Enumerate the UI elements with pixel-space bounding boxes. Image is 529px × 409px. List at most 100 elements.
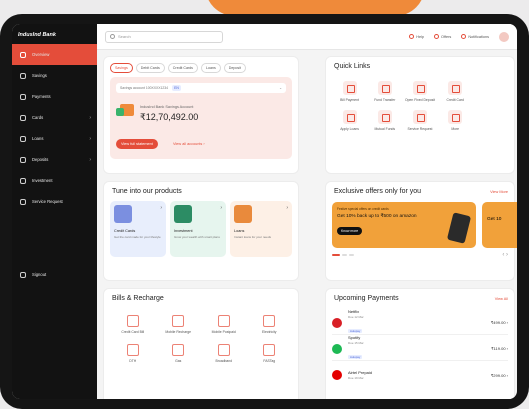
dot[interactable] xyxy=(342,254,347,256)
sidebar-item-label: Savings xyxy=(32,73,47,78)
bill-credit-card[interactable]: Credit Card Bill xyxy=(110,315,156,334)
quick-link-bill-payment[interactable]: Bill Payment xyxy=(332,81,367,102)
signout-button[interactable]: Signout xyxy=(12,264,97,285)
balance-label: IndusInd Bank Savings Account xyxy=(140,105,194,109)
bill-fastag[interactable]: FASTag xyxy=(247,344,293,363)
view-statement-button[interactable]: View full statement xyxy=(116,139,158,149)
sidebar-item-label: Overview xyxy=(32,52,50,57)
view-all-accounts-link[interactable]: View all accounts › xyxy=(173,142,205,146)
offer-kicker: Festive special offers on credit cards xyxy=(337,207,389,211)
account-selector[interactable]: Savings account 100XXXX1234 EN ⌄ xyxy=(116,83,286,93)
account-balance: ₹12,70,492.00 xyxy=(140,112,199,122)
know-more-button[interactable]: Know more xyxy=(337,227,363,235)
payment-name: Airtel Prepaid xyxy=(348,370,373,375)
bill-icon xyxy=(342,81,357,95)
transfer-icon xyxy=(377,81,392,95)
chevron-right-icon: › xyxy=(286,205,288,211)
service-icon xyxy=(412,110,427,125)
sidebar-item-label: Cards xyxy=(32,115,44,120)
offer-title: Get 10 xyxy=(487,217,502,222)
payment-amount: ₹499.00 › xyxy=(490,320,508,325)
app-screen: IndusInd Bank Overview Savings Payments … xyxy=(12,24,517,399)
quick-link-label: Credit Card xyxy=(446,98,464,102)
tab-savings[interactable]: Savings xyxy=(110,63,133,73)
chevron-right-icon: › xyxy=(89,135,91,142)
quick-link-more[interactable]: More xyxy=(438,110,473,131)
sidebar-item-deposits[interactable]: Deposits › xyxy=(12,149,97,170)
fastag-icon xyxy=(263,344,276,357)
account-tabs: Savings Debit Cards Credit Cards Loans D… xyxy=(110,63,246,73)
chevron-right-icon[interactable]: › xyxy=(506,252,508,258)
view-more-link[interactable]: View More xyxy=(490,190,508,194)
sidebar-item-investment[interactable]: Investment xyxy=(12,170,97,191)
bill-label: Mobile Postpaid xyxy=(211,330,236,334)
signout-label: Signout xyxy=(32,272,47,277)
quick-link-label: Apply Loans xyxy=(340,127,359,132)
wifi-icon xyxy=(217,344,230,357)
product-loans[interactable]: Loans Instant loans for your needs › xyxy=(230,201,292,257)
bill-mobile-recharge[interactable]: Mobile Recharge xyxy=(156,315,202,334)
notifications-label: Notifications xyxy=(468,34,489,39)
deposit-icon xyxy=(412,81,427,95)
offer-title: Get 10% back up to ₹500 on amazon xyxy=(337,214,417,219)
chevron-right-icon: › xyxy=(89,156,91,163)
autopay-badge: Autopay xyxy=(348,328,363,333)
card-icon xyxy=(126,315,139,327)
tab-loans[interactable]: Loans xyxy=(200,63,221,73)
bulb-icon xyxy=(263,315,276,327)
product-credit-cards[interactable]: Credit Cards Get the card made for your … xyxy=(110,201,166,257)
bill-broadband[interactable]: Broadband xyxy=(201,344,247,363)
sidebar-item-label: Investment xyxy=(32,178,53,183)
sidebar-item-savings[interactable]: Savings xyxy=(12,65,97,86)
offers-link[interactable]: Offers xyxy=(434,34,451,39)
sidebar-item-payments[interactable]: Payments xyxy=(12,86,97,107)
bill-gas[interactable]: Gas xyxy=(156,344,202,363)
sidebar-item-label: Loans xyxy=(32,136,44,141)
bill-electricity[interactable]: Electricity xyxy=(247,315,293,334)
more-icon xyxy=(448,110,463,125)
sidebar-item-overview[interactable]: Overview xyxy=(12,44,97,65)
search-input[interactable]: Search xyxy=(105,30,223,43)
view-all-payments-link[interactable]: View All xyxy=(495,297,508,301)
sidebar-item-service-request[interactable]: Service Request xyxy=(12,191,97,212)
payment-row[interactable]: Spotify Due 15 Mar Autopay ₹119.00 › xyxy=(332,335,508,361)
avatar[interactable] xyxy=(499,31,509,42)
product-title: Credit Cards xyxy=(114,229,136,233)
brand-logo[interactable]: IndusInd Bank xyxy=(12,24,97,44)
quick-link-service-request[interactable]: Service Request xyxy=(402,110,437,131)
quick-link-mutual-funds[interactable]: Mutual Funds xyxy=(367,110,402,131)
payment-row[interactable]: Netflix Due 12 Mar Autopay ₹499.00 › xyxy=(332,309,508,335)
bill-mobile-postpaid[interactable]: Mobile Postpaid xyxy=(201,315,247,334)
tab-deposit[interactable]: Deposit xyxy=(223,63,246,73)
sidebar-item-label: Payments xyxy=(32,94,51,99)
product-investment[interactable]: Investment Grow your wealth with smart p… xyxy=(170,201,226,257)
quick-link-apply-loans[interactable]: Apply Loans xyxy=(332,110,367,131)
offer-banner[interactable]: Festive special offers on credit cards G… xyxy=(332,202,476,248)
dot[interactable] xyxy=(349,254,354,256)
search-icon xyxy=(110,34,115,39)
payment-row[interactable]: Airtel Prepaid Due 19 Mar ₹299.00 › xyxy=(332,363,508,387)
tab-credit-cards[interactable]: Credit Cards xyxy=(167,63,198,73)
loan-illustration xyxy=(234,205,252,223)
quick-link-label: Mutual Funds xyxy=(374,127,396,132)
offer-banner-next[interactable]: Get 10 xyxy=(482,202,517,248)
loan-icon xyxy=(20,135,26,142)
account-badge: EN xyxy=(172,85,181,91)
help-link[interactable]: Help xyxy=(409,34,424,39)
tab-debit-cards[interactable]: Debit Cards xyxy=(135,63,165,73)
sidebar-item-cards[interactable]: Cards › xyxy=(12,107,97,128)
payments-icon xyxy=(20,93,26,100)
sidebar-item-loans[interactable]: Loans › xyxy=(12,128,97,149)
help-icon xyxy=(409,34,415,39)
bill-dth[interactable]: DTH xyxy=(110,344,156,363)
quick-link-fund-transfer[interactable]: Fund Transfer xyxy=(367,81,402,102)
bills-title: Bills & Recharge xyxy=(112,295,164,302)
sidebar-item-label: Service Request xyxy=(32,199,63,204)
notifications-link[interactable]: Notifications xyxy=(461,34,489,39)
quick-link-credit-card[interactable]: Credit Card xyxy=(438,81,473,102)
offers-card: Exclusive offers only for you View More … xyxy=(325,181,517,281)
quick-link-fixed-deposit[interactable]: Open Fixed Deposit xyxy=(402,81,437,102)
dot-active[interactable] xyxy=(332,254,340,256)
bell-icon xyxy=(461,34,467,39)
chevron-left-icon[interactable]: ‹ xyxy=(502,252,504,258)
